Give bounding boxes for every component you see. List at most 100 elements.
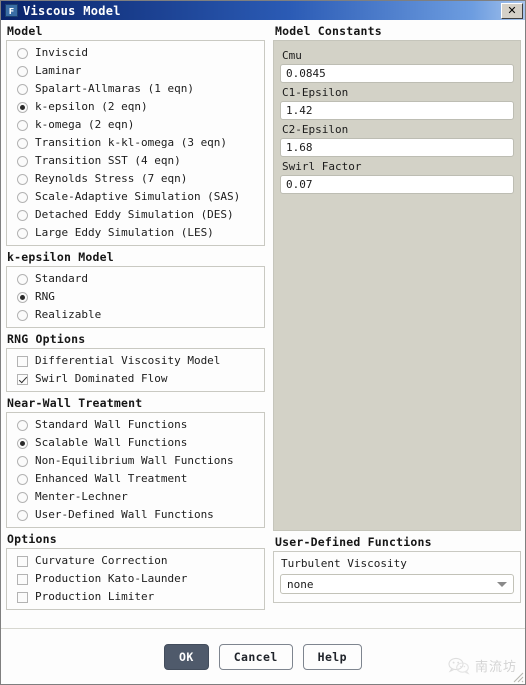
right-column: Model Constants Cmu C1-Epsilon C2-Epsilon S… — [269, 20, 525, 603]
radio-option-model[interactable]: Transition k-kl-omega (3 eqn) — [7, 134, 264, 152]
radio-option-label: Enhanced Wall Treatment — [35, 472, 188, 485]
near-wall-treatment-group-box: Standard Wall Functions Scalable Wall Fun… — [6, 412, 265, 528]
checkbox-icon[interactable] — [17, 573, 28, 585]
watermark-text: 南流坊 — [474, 660, 517, 675]
close-icon[interactable]: ✕ — [501, 2, 523, 19]
radio-option-near_wall_treatment[interactable]: Menter-Lechner — [7, 488, 264, 506]
chevron-down-icon — [497, 581, 507, 587]
radio-button-icon[interactable] — [17, 119, 28, 131]
radio-button-icon[interactable] — [17, 473, 28, 485]
radio-button-icon[interactable] — [17, 291, 28, 303]
constant-label: C2-Epsilon — [282, 123, 349, 136]
radio-option-model[interactable]: Large Eddy Simulation (LES) — [7, 224, 264, 242]
rng-options-group-box: Differential Viscosity Model Swirl Domina… — [6, 348, 265, 392]
checkbox-icon[interactable] — [17, 555, 28, 567]
checkbox-option-label: Curvature Correction — [35, 554, 168, 567]
radio-button-icon[interactable] — [17, 491, 28, 503]
model-group-box: Inviscid Laminar Spalart-Allmaras (1 eqn) k… — [6, 40, 265, 246]
radio-button-icon[interactable] — [17, 509, 28, 521]
radio-option-label: Detached Eddy Simulation (DES) — [35, 208, 234, 221]
radio-option-model[interactable]: Detached Eddy Simulation (DES) — [7, 206, 264, 224]
radio-option-model[interactable]: Transition SST (4 eqn) — [7, 152, 264, 170]
constant-label: Swirl Factor — [282, 160, 362, 173]
options-group-box: Curvature Correction Production Kato-Laun… — [6, 548, 265, 610]
k-epsilon-model-group-label: k-epsilon Model — [7, 250, 114, 264]
radio-option-model[interactable]: Reynolds Stress (7 eqn) — [7, 170, 264, 188]
radio-option-model[interactable]: k-omega (2 eqn) — [7, 116, 264, 134]
constant-input[interactable] — [280, 64, 514, 83]
checkbox-option-label: Production Limiter — [35, 590, 155, 603]
radio-button-icon[interactable] — [17, 191, 28, 203]
radio-option-model[interactable]: k-epsilon (2 eqn) — [7, 98, 264, 116]
radio-option-near_wall_treatment[interactable]: Standard Wall Functions — [7, 416, 264, 434]
radio-option-model[interactable]: Scale-Adaptive Simulation (SAS) — [7, 188, 264, 206]
constant-input[interactable] — [280, 101, 514, 120]
fluent-app-icon: F — [5, 4, 18, 17]
radio-button-icon[interactable] — [17, 65, 28, 77]
checkbox-option-options[interactable]: Production Kato-Launder — [7, 570, 264, 588]
radio-option-model[interactable]: Spalart-Allmaras (1 eqn) — [7, 80, 264, 98]
radio-option-label: Scalable Wall Functions — [35, 436, 188, 449]
help-button[interactable]: Help — [302, 643, 362, 670]
constant-input[interactable] — [280, 175, 514, 194]
radio-option-k_epsilon_model[interactable]: RNG — [7, 288, 264, 306]
checkbox-option-label: Swirl Dominated Flow — [35, 372, 168, 385]
checkbox-icon[interactable] — [17, 355, 28, 367]
wechat-icon — [448, 657, 470, 675]
radio-option-model[interactable]: Inviscid — [7, 44, 264, 62]
turbulent-viscosity-value: none — [287, 577, 314, 591]
radio-button-icon[interactable] — [17, 137, 28, 149]
window-title: Viscous Model — [23, 3, 121, 18]
watermark: 南流坊 — [448, 656, 517, 675]
checkbox-option-label: Production Kato-Launder — [35, 572, 188, 585]
radio-button-icon[interactable] — [17, 101, 28, 113]
checkbox-icon[interactable] — [17, 591, 28, 603]
radio-option-near_wall_treatment[interactable]: Scalable Wall Functions — [7, 434, 264, 452]
constant-input[interactable] — [280, 138, 514, 157]
model-constants-group-label: Model Constants — [275, 24, 382, 38]
turbulent-viscosity-label: Turbulent Viscosity — [281, 557, 407, 570]
checkbox-option-options[interactable]: Production Limiter — [7, 588, 264, 606]
radio-button-icon[interactable] — [17, 209, 28, 221]
checkbox-option-options[interactable]: Curvature Correction — [7, 552, 264, 570]
radio-button-icon[interactable] — [17, 155, 28, 167]
radio-button-icon[interactable] — [17, 419, 28, 431]
checkbox-option-rng_options[interactable]: Swirl Dominated Flow — [7, 370, 264, 388]
radio-button-icon[interactable] — [17, 173, 28, 185]
title-bar: F Viscous Model ✕ — [1, 1, 525, 20]
constant-label: C1-Epsilon — [282, 86, 349, 99]
radio-option-near_wall_treatment[interactable]: User-Defined Wall Functions — [7, 506, 264, 524]
radio-option-near_wall_treatment[interactable]: Non-Equilibrium Wall Functions — [7, 452, 264, 470]
radio-option-label: Realizable — [35, 308, 102, 321]
radio-option-model[interactable]: Laminar — [7, 62, 264, 80]
constant-label: Cmu — [282, 49, 302, 62]
radio-button-icon[interactable] — [17, 227, 28, 239]
radio-option-label: Large Eddy Simulation (LES) — [35, 226, 214, 239]
radio-option-label: Standard Wall Functions — [35, 418, 188, 431]
cancel-button[interactable]: Cancel — [218, 643, 293, 670]
turbulent-viscosity-select[interactable]: none — [280, 574, 514, 594]
radio-button-icon[interactable] — [17, 309, 28, 321]
checkbox-icon[interactable] — [17, 373, 28, 385]
dialog-content: Model Inviscid Laminar Spalart-Allmaras (1… — [1, 20, 525, 628]
viscous-model-dialog: F Viscous Model ✕ Model Inviscid Laminar S… — [0, 0, 526, 685]
radio-option-label: Non-Equilibrium Wall Functions — [35, 454, 234, 467]
radio-option-near_wall_treatment[interactable]: Enhanced Wall Treatment — [7, 470, 264, 488]
resize-grip-icon[interactable] — [510, 669, 524, 683]
radio-option-label: Laminar — [35, 64, 82, 77]
radio-button-icon[interactable] — [17, 273, 28, 285]
checkbox-option-label: Differential Viscosity Model — [35, 354, 221, 367]
checkbox-option-rng_options[interactable]: Differential Viscosity Model — [7, 352, 264, 370]
radio-option-label: Reynolds Stress (7 eqn) — [35, 172, 188, 185]
radio-button-icon[interactable] — [17, 437, 28, 449]
ok-button[interactable]: OK — [164, 643, 209, 670]
radio-option-k_epsilon_model[interactable]: Standard — [7, 270, 264, 288]
rng-options-group-label: RNG Options — [7, 332, 86, 346]
radio-option-k_epsilon_model[interactable]: Realizable — [7, 306, 264, 324]
radio-option-label: Transition SST (4 eqn) — [35, 154, 181, 167]
radio-button-icon[interactable] — [17, 47, 28, 59]
udf-group-label: User-Defined Functions — [275, 535, 432, 549]
radio-button-icon[interactable] — [17, 455, 28, 467]
radio-option-label: Spalart-Allmaras (1 eqn) — [35, 82, 194, 95]
radio-button-icon[interactable] — [17, 83, 28, 95]
